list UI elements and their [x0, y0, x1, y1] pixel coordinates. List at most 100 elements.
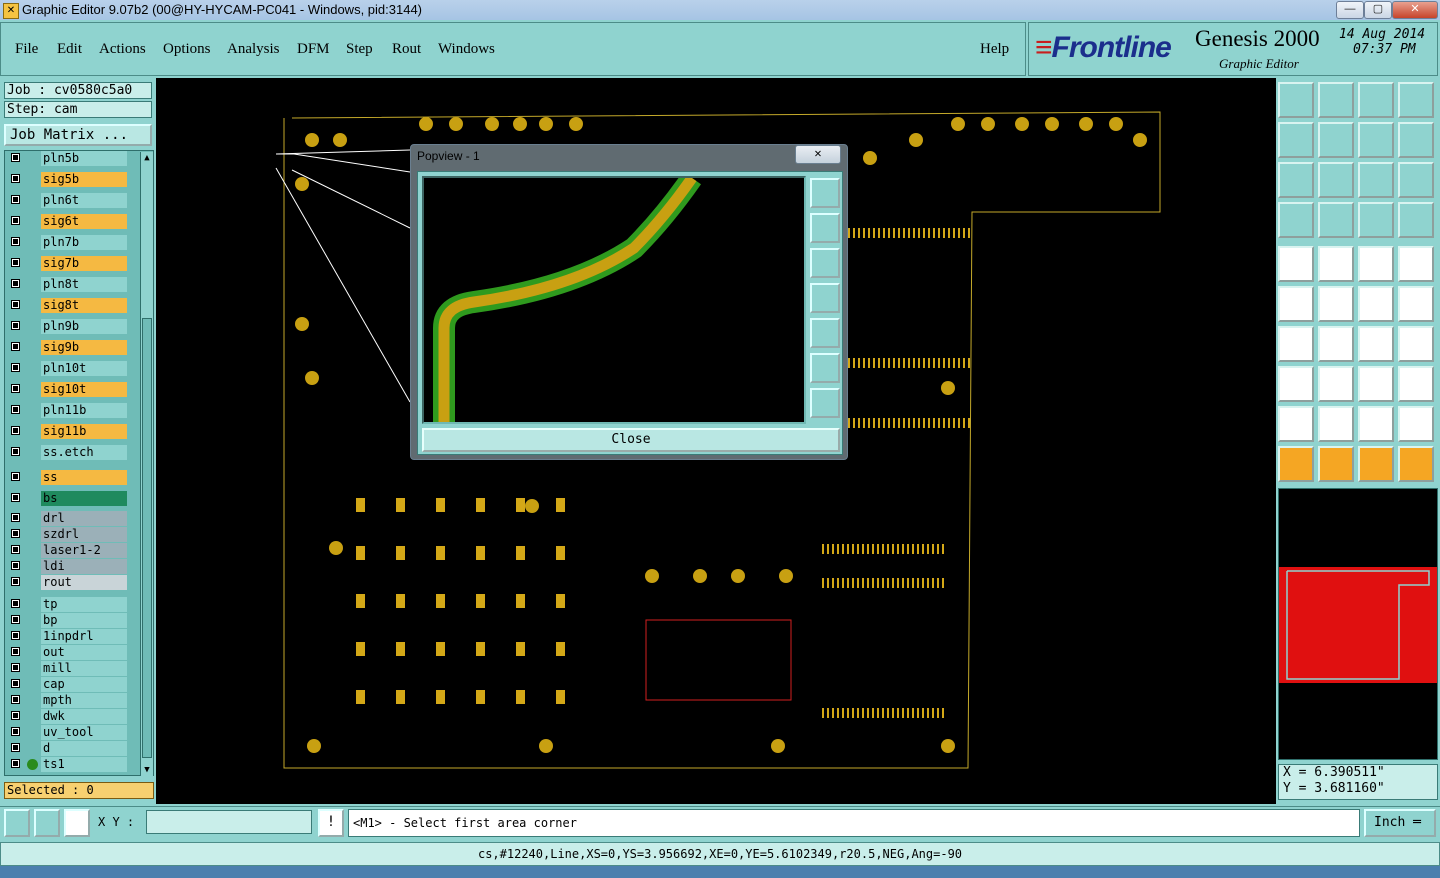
layer-row[interactable]: mpth: [7, 693, 127, 708]
shape-icon[interactable]: [1278, 366, 1314, 402]
layer-row[interactable]: pln8t: [7, 277, 127, 292]
cross-icon[interactable]: [1318, 286, 1354, 322]
popview-close-x[interactable]: ✕: [795, 145, 841, 164]
layer-checkbox[interactable]: [11, 279, 20, 288]
layer-row[interactable]: cap: [7, 677, 127, 692]
layer-name[interactable]: pln9b: [41, 319, 127, 334]
layer-checkbox[interactable]: [11, 727, 20, 736]
layer-name[interactable]: sig7b: [41, 256, 127, 271]
layer-row[interactable]: ldi: [7, 559, 127, 574]
pointer-icon[interactable]: [1278, 446, 1314, 482]
layer-row[interactable]: sig5b: [7, 172, 127, 187]
layer-checkbox[interactable]: [11, 513, 20, 522]
layer-checkbox[interactable]: [11, 153, 20, 162]
measure-icon[interactable]: [34, 809, 60, 837]
layer-name[interactable]: drl: [41, 511, 127, 526]
layer-name[interactable]: bp: [41, 613, 127, 628]
group-icon[interactable]: [1398, 366, 1434, 402]
angle-icon[interactable]: [1278, 326, 1314, 362]
layer-row[interactable]: 1inpdrl: [7, 629, 127, 644]
layer-name[interactable]: out: [41, 645, 127, 660]
pan-right-icon[interactable]: [1318, 122, 1354, 158]
layer-name[interactable]: tp: [41, 597, 127, 612]
layer-name[interactable]: ss.etch: [41, 445, 127, 460]
swap-icon[interactable]: [1358, 122, 1394, 158]
layer-row[interactable]: sig10t: [7, 382, 127, 397]
layer-row[interactable]: pln11b: [7, 403, 127, 418]
menu-windows[interactable]: Windows: [438, 41, 495, 58]
layer-checkbox[interactable]: [11, 493, 20, 502]
layer-name[interactable]: sig11b: [41, 424, 127, 439]
pan-up-icon[interactable]: [810, 213, 840, 243]
layer-name[interactable]: sig6t: [41, 214, 127, 229]
layer-row[interactable]: d: [7, 741, 127, 756]
layer-row[interactable]: out: [7, 645, 127, 660]
layer-checkbox[interactable]: [11, 743, 20, 752]
layer-checkbox[interactable]: [11, 695, 20, 704]
layer-name[interactable]: 1inpdrl: [41, 629, 127, 644]
pan-left-icon[interactable]: [810, 283, 840, 313]
layer-checkbox[interactable]: [11, 258, 20, 267]
layer-name[interactable]: uv_tool: [41, 725, 127, 740]
switch-icon[interactable]: [1398, 122, 1434, 158]
layer-name[interactable]: rout: [41, 575, 127, 590]
menu-edit[interactable]: Edit: [57, 41, 82, 58]
zoom-out-icon[interactable]: [810, 388, 840, 418]
center-icon[interactable]: [1318, 162, 1354, 198]
layer-row[interactable]: tp: [7, 597, 127, 612]
pointer-box-icon[interactable]: [1318, 446, 1354, 482]
popview-canvas[interactable]: [422, 176, 806, 424]
layer-row[interactable]: sig8t: [7, 298, 127, 313]
layer-row[interactable]: pln10t: [7, 361, 127, 376]
zoom-in-icon[interactable]: [810, 353, 840, 383]
layer-row[interactable]: bs: [7, 491, 127, 506]
zoom-home-icon[interactable]: [810, 178, 840, 208]
line-icon[interactable]: [1358, 286, 1394, 322]
layer-name[interactable]: pln5b: [41, 151, 127, 166]
layer-row[interactable]: bp: [7, 613, 127, 628]
layer-checkbox[interactable]: [11, 447, 20, 456]
scroll-up-icon[interactable]: ▲: [142, 153, 152, 163]
layer-checkbox[interactable]: [11, 300, 20, 309]
layer-name[interactable]: sig5b: [41, 172, 127, 187]
xy-input[interactable]: [146, 810, 312, 834]
close-window-button[interactable]: ✕: [1392, 1, 1438, 19]
layer-checkbox[interactable]: [11, 363, 20, 372]
layer-name[interactable]: ldi: [41, 559, 127, 574]
layer-row[interactable]: sig6t: [7, 214, 127, 229]
menu-rout[interactable]: Rout: [392, 41, 421, 58]
layer-checkbox[interactable]: [11, 529, 20, 538]
job-matrix-button[interactable]: Job Matrix ...: [4, 124, 152, 146]
layer-row[interactable]: rout: [7, 575, 127, 590]
pan-left-icon[interactable]: [1278, 122, 1314, 158]
line-node-icon[interactable]: [1398, 286, 1434, 322]
layer-row[interactable]: laser1-2: [7, 543, 127, 558]
layer-row[interactable]: sig7b: [7, 256, 127, 271]
layer-row[interactable]: pln5b: [7, 151, 127, 166]
connect-icon[interactable]: [1278, 286, 1314, 322]
pan-up-icon[interactable]: [1278, 82, 1314, 118]
layer-checkbox[interactable]: [11, 237, 20, 246]
peak-icon[interactable]: [1358, 406, 1394, 442]
layer-checkbox[interactable]: [11, 426, 20, 435]
layer-checkbox[interactable]: [11, 472, 20, 481]
units-selector[interactable]: Inch ═: [1364, 809, 1436, 837]
layer-checkbox[interactable]: [11, 577, 20, 586]
layer-name[interactable]: szdrl: [41, 527, 127, 542]
pan-down-icon[interactable]: [1318, 82, 1354, 118]
layer-checkbox[interactable]: [11, 711, 20, 720]
layer-checkbox[interactable]: [11, 759, 20, 768]
layer-name[interactable]: dwk: [41, 709, 127, 724]
layer-row[interactable]: pln7b: [7, 235, 127, 250]
layer-checkbox[interactable]: [11, 195, 20, 204]
menu-analysis[interactable]: Analysis: [227, 41, 280, 58]
layer-checkbox[interactable]: [11, 216, 20, 225]
dash-icon[interactable]: [1318, 366, 1354, 402]
scroll-thumb[interactable]: [142, 318, 152, 758]
layer-name[interactable]: mill: [41, 661, 127, 676]
layer-checkbox[interactable]: [11, 174, 20, 183]
layer-name[interactable]: pln7b: [41, 235, 127, 250]
arc-icon[interactable]: [1358, 326, 1394, 362]
layer-name[interactable]: pln11b: [41, 403, 127, 418]
filter-icon[interactable]: [1358, 202, 1394, 238]
